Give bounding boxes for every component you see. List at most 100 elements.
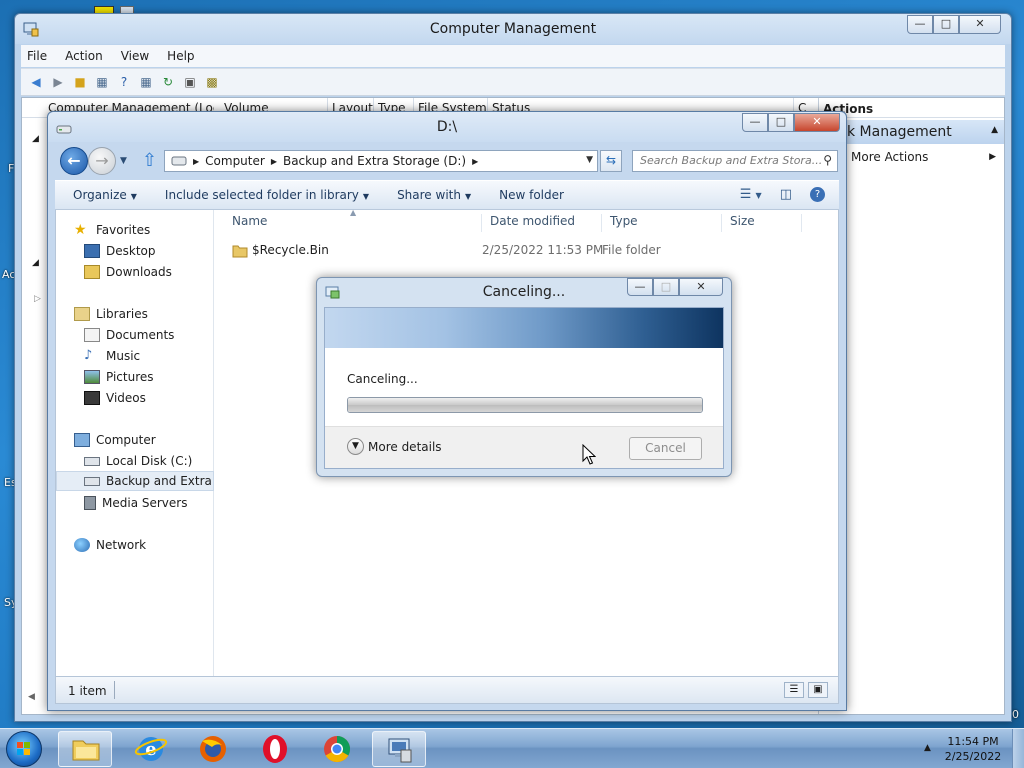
taskbar-chrome[interactable] <box>310 731 364 767</box>
column-header-date-modified[interactable]: Date modified <box>482 214 602 232</box>
explorer-minimize-button[interactable]: — <box>742 113 768 132</box>
search-input[interactable]: Search Backup and Extra Stora... ⚲ <box>632 150 838 172</box>
star-icon: ★ <box>74 222 87 238</box>
collapse-up-icon[interactable]: ▲ <box>991 125 998 135</box>
forward-button[interactable]: → <box>88 147 116 175</box>
menu-file[interactable]: File <box>27 49 47 63</box>
status-divider <box>114 681 115 699</box>
start-button[interactable] <box>6 731 42 767</box>
progress-fill <box>348 398 702 412</box>
breadcrumb-separator-icon[interactable]: ▶ <box>193 157 199 166</box>
tree-collapse-icon[interactable]: ▷ <box>34 294 41 304</box>
address-bar[interactable]: ▶ Computer ▶ Backup and Extra Storage (D… <box>164 150 598 172</box>
large-icons-view-icon[interactable]: ▣ <box>808 682 828 698</box>
chrome-icon <box>324 735 350 763</box>
scroll-left-icon[interactable]: ◀ <box>28 692 35 702</box>
properties-icon[interactable]: ▣ <box>181 73 199 91</box>
breadcrumb-separator-icon[interactable]: ▶ <box>472 157 478 166</box>
breadcrumb-computer[interactable]: Computer <box>205 154 265 168</box>
back-arrow-icon[interactable]: ◀ <box>27 73 45 91</box>
column-header-name[interactable]: Name <box>224 214 482 232</box>
share-with-button[interactable]: Share with ▼ <box>397 188 471 202</box>
nav-computer[interactable]: Computer <box>74 430 156 450</box>
column-header-type[interactable]: Type <box>602 214 722 232</box>
taskbar-computer-management[interactable] <box>372 731 426 767</box>
show-hidden-icons-icon[interactable]: ▲ <box>924 743 931 753</box>
taskbar-windows-explorer[interactable] <box>58 731 112 767</box>
menu-view[interactable]: View <box>121 49 149 63</box>
details-view-icon[interactable]: ☰ <box>784 682 804 698</box>
breadcrumb-separator-icon[interactable]: ▶ <box>271 157 277 166</box>
nav-backup-storage[interactable]: Backup and Extra Sto <box>56 471 214 491</box>
cm-titlebar[interactable]: Computer Management — □ ✕ <box>15 14 1011 44</box>
recent-pages-dropdown-icon[interactable]: ▼ <box>120 156 127 166</box>
export-list-icon[interactable]: ▩ <box>203 73 221 91</box>
taskbar: e ▲ 11:54 PM 2/25/2022 <box>0 728 1024 768</box>
nav-downloads[interactable]: Downloads <box>84 262 172 282</box>
more-actions-item[interactable]: More Actions <box>851 150 928 164</box>
nav-documents[interactable]: Documents <box>84 325 174 345</box>
nav-pictures[interactable]: Pictures <box>84 367 154 387</box>
nav-media-servers[interactable]: Media Servers <box>84 493 187 513</box>
show-hide-action-pane-icon[interactable]: ▦ <box>137 73 155 91</box>
explorer-close-button[interactable]: ✕ <box>794 113 840 132</box>
up-folder-icon[interactable]: ■ <box>71 73 89 91</box>
show-hide-console-tree-icon[interactable]: ▦ <box>93 73 111 91</box>
organize-button[interactable]: Organize ▼ <box>73 188 137 202</box>
explorer-maximize-button[interactable]: □ <box>768 113 794 132</box>
cm-minimize-button[interactable]: — <box>907 15 933 34</box>
nav-desktop[interactable]: Desktop <box>84 241 156 261</box>
tree-expand-icon[interactable]: ◢ <box>32 134 39 144</box>
taskbar-opera[interactable] <box>248 731 302 767</box>
navigation-pane: ★ Favorites Desktop Downloads Libraries … <box>56 210 214 676</box>
search-icon[interactable]: ⚲ <box>823 153 832 167</box>
refresh-button[interactable]: ⇆ <box>600 150 622 172</box>
computer-icon <box>74 433 90 447</box>
cm-close-button[interactable]: ✕ <box>959 15 1001 34</box>
cm-toolbar: ◀ ▶ ■ ▦ ? ▦ ↻ ▣ ▩ <box>21 68 1005 96</box>
forward-arrow-icon[interactable]: ▶ <box>49 73 67 91</box>
file-row[interactable]: $Recycle.Bin 2/25/2022 11:53 PM File fol… <box>226 240 806 262</box>
dialog-minimize-button[interactable]: — <box>627 278 653 296</box>
system-clock[interactable]: 11:54 PM 2/25/2022 <box>940 734 1006 764</box>
show-desktop-button[interactable] <box>1012 729 1024 768</box>
nav-network[interactable]: Network <box>74 535 146 555</box>
dialog-titlebar[interactable]: Canceling... — □ ✕ <box>317 278 731 306</box>
firefox-icon <box>200 736 226 762</box>
explorer-titlebar[interactable]: D:\ — □ ✕ <box>48 112 846 142</box>
nav-libraries[interactable]: Libraries <box>74 304 148 324</box>
nav-favorites[interactable]: ★ Favorites <box>74 220 150 240</box>
music-note-icon: ♪ <box>84 348 93 363</box>
item-count: 1 item <box>68 684 107 698</box>
nav-videos[interactable]: Videos <box>84 388 146 408</box>
cm-maximize-button[interactable]: □ <box>933 15 959 34</box>
taskbar-internet-explorer[interactable]: e <box>124 731 178 767</box>
menu-action[interactable]: Action <box>65 49 103 63</box>
up-arrow-icon[interactable]: ⇧ <box>142 150 157 171</box>
help-icon[interactable]: ? <box>115 73 133 91</box>
chevron-down-icon: ▼ <box>464 192 472 201</box>
preview-pane-icon[interactable]: ◫ <box>780 187 792 202</box>
address-history-dropdown-icon[interactable]: ▼ <box>586 155 593 165</box>
taskbar-firefox[interactable] <box>186 731 240 767</box>
command-bar: Organize ▼ Include selected folder in lib… <box>55 180 839 210</box>
opera-icon <box>263 735 287 763</box>
explorer-window-title: D:\ <box>436 119 458 135</box>
nav-local-disk[interactable]: Local Disk (C:) <box>84 451 192 471</box>
back-button[interactable]: ← <box>60 147 88 175</box>
dialog-close-button[interactable]: ✕ <box>679 278 723 296</box>
chevron-down-icon: ▼ <box>347 438 364 455</box>
menu-help[interactable]: Help <box>167 49 194 63</box>
actions-disk-management-label: k Management <box>847 124 952 140</box>
help-icon[interactable]: ? <box>810 187 825 202</box>
tree-expand-icon[interactable]: ◢ <box>32 258 39 268</box>
new-folder-button[interactable]: New folder <box>499 188 564 202</box>
column-header-size[interactable]: Size <box>722 214 802 232</box>
more-details-toggle[interactable]: ▼ More details <box>347 438 442 455</box>
refresh-icon[interactable]: ↻ <box>159 73 177 91</box>
include-in-library-button[interactable]: Include selected folder in library ▼ <box>165 188 369 202</box>
breadcrumb-backup-storage[interactable]: Backup and Extra Storage (D:) <box>283 154 466 168</box>
drive-icon <box>171 156 187 166</box>
change-view-icon[interactable]: ☰ ▼ <box>740 187 762 202</box>
nav-music[interactable]: ♪ Music <box>84 346 140 366</box>
